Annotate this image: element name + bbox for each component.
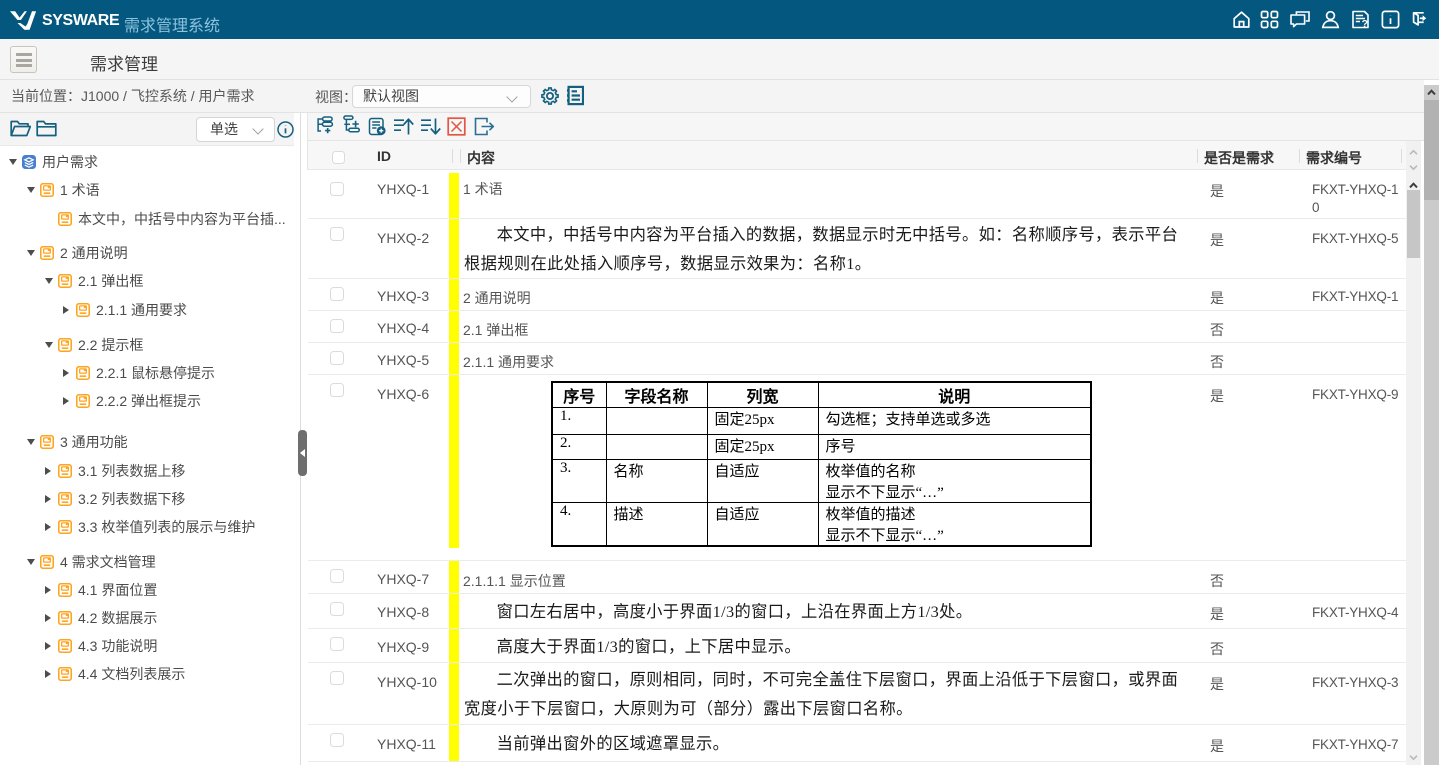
svg-text:?: ?	[1362, 18, 1368, 29]
